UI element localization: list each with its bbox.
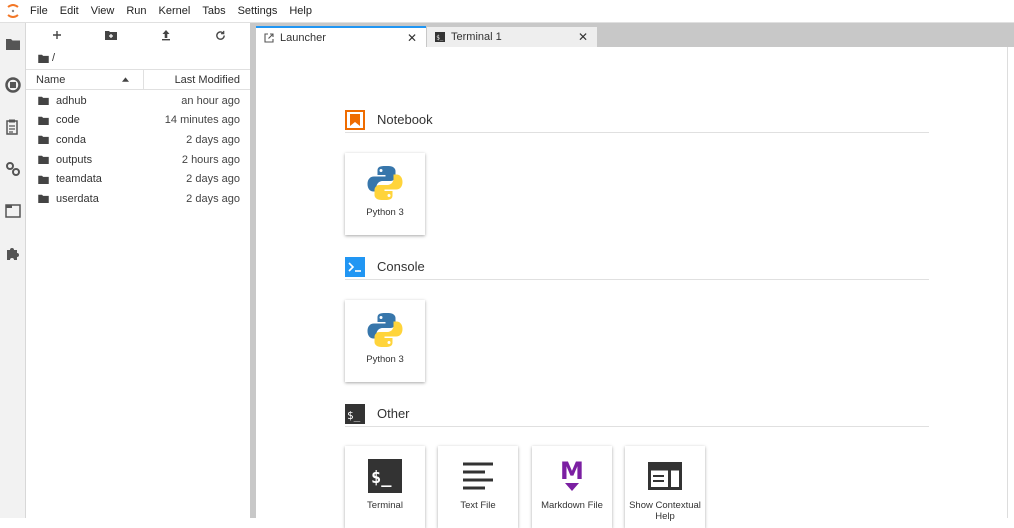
file-name: conda (56, 133, 86, 146)
tab-terminal-1[interactable]: $_ Terminal 1 ✕ (427, 27, 597, 47)
file-modified: 2 days ago (186, 173, 240, 186)
card-label: Terminal (367, 500, 403, 511)
file-name: adhub (56, 94, 87, 107)
file-modified: 2 days ago (186, 192, 240, 205)
card-markdown-file[interactable]: M Markdown File (532, 446, 612, 528)
notebook-icon (345, 109, 365, 130)
menu-kernel[interactable]: Kernel (153, 0, 197, 23)
menu-run[interactable]: Run (120, 0, 152, 23)
folder-icon (38, 136, 49, 145)
menu-view[interactable]: View (85, 0, 121, 23)
tab-label: Terminal 1 (451, 31, 502, 43)
file-modified: 2 days ago (186, 133, 240, 146)
file-name: outputs (56, 153, 93, 166)
file-modified: 2 hours ago (181, 153, 240, 166)
folder-icon (38, 175, 49, 184)
tab-launcher[interactable]: Launcher ✕ (256, 26, 426, 47)
console-icon (345, 256, 365, 277)
svg-text:M: M (560, 457, 584, 485)
launcher-icon (264, 32, 274, 43)
close-icon[interactable]: ✕ (575, 30, 591, 44)
menubar: File Edit View Run Kernel Tabs Settings … (0, 0, 1014, 23)
file-browser: / Name Last Modified adhub an hour ago c… (26, 23, 250, 518)
property-inspector-icon[interactable] (4, 160, 22, 178)
file-row-conda[interactable]: conda 2 days ago (26, 130, 250, 150)
commands-icon[interactable] (4, 118, 22, 136)
folder-icon (38, 54, 49, 63)
jupyter-logo[interactable] (2, 0, 24, 23)
section-other: $_ Other (345, 401, 929, 427)
file-row-teamdata[interactable]: teamdata 2 days ago (26, 169, 250, 189)
other-icon: $_ (345, 403, 365, 424)
refresh-icon[interactable] (213, 28, 227, 42)
card-notebook-python3[interactable]: Python 3 (345, 153, 425, 235)
file-list-header: Name Last Modified (26, 69, 250, 90)
card-label: Text File (460, 500, 496, 511)
card-label: Show Contextual Help (629, 500, 701, 522)
file-row-adhub[interactable]: adhub an hour ago (26, 91, 250, 111)
markdown-icon: M (532, 456, 612, 496)
text-file-icon (438, 456, 518, 496)
left-sidebar (0, 23, 26, 518)
card-label: Markdown File (541, 500, 603, 511)
file-browser-toolbar (26, 23, 250, 47)
file-row-code[interactable]: code 14 minutes ago (26, 111, 250, 131)
sort-ascending-icon (122, 77, 129, 82)
menu-edit[interactable]: Edit (54, 0, 85, 23)
tabs-icon[interactable] (4, 202, 22, 220)
folder-icon (38, 97, 49, 106)
folder-icon (38, 155, 49, 165)
svg-text:$_: $_ (347, 409, 361, 422)
section-console: Console (345, 254, 929, 280)
launcher: Notebook Python 3 Console Python 3 $_ Ot… (256, 47, 1008, 528)
breadcrumb-path: / (52, 52, 56, 64)
file-modified: 14 minutes ago (164, 114, 240, 127)
menu-file[interactable]: File (24, 0, 54, 23)
menu-help[interactable]: Help (283, 0, 318, 23)
new-launcher-icon[interactable] (50, 28, 64, 42)
extension-icon[interactable] (4, 244, 22, 262)
file-name: teamdata (56, 173, 102, 186)
card-text-file[interactable]: Text File (438, 446, 518, 528)
file-modified: an hour ago (181, 94, 240, 107)
card-label: Python 3 (366, 207, 404, 218)
svg-text:$_: $_ (436, 35, 444, 42)
file-name: userdata (56, 192, 99, 205)
terminal-icon: $_ (345, 456, 425, 496)
svg-text:$_: $_ (371, 468, 392, 488)
section-notebook: Notebook (345, 107, 929, 133)
file-row-userdata[interactable]: userdata 2 days ago (26, 189, 250, 209)
terminal-icon: $_ (435, 32, 445, 42)
contextual-help-icon (625, 456, 705, 496)
upload-icon[interactable] (159, 28, 173, 42)
python-icon (345, 310, 425, 350)
running-icon[interactable] (4, 76, 22, 94)
card-console-python3[interactable]: Python 3 (345, 300, 425, 382)
menu-tabs[interactable]: Tabs (196, 0, 231, 23)
folder-icon (38, 116, 49, 125)
file-row-outputs[interactable]: outputs 2 hours ago (26, 150, 250, 170)
column-name[interactable]: Name (26, 70, 144, 89)
tab-label: Launcher (280, 31, 326, 44)
section-title: Notebook (377, 112, 433, 127)
section-title: Other (377, 406, 410, 421)
section-title: Console (377, 259, 425, 274)
close-icon[interactable]: ✕ (404, 31, 420, 45)
main-area: Launcher ✕ $_ Terminal 1 ✕ Notebook Pyth… (256, 23, 1014, 528)
card-label: Python 3 (366, 354, 404, 365)
python-icon (345, 163, 425, 203)
new-folder-icon[interactable] (104, 28, 118, 42)
column-last-modified[interactable]: Last Modified (144, 70, 250, 89)
file-list: adhub an hour ago code 14 minutes ago co… (26, 90, 250, 209)
tab-bar: Launcher ✕ $_ Terminal 1 ✕ (256, 23, 1014, 47)
breadcrumb[interactable]: / (26, 47, 250, 69)
menu-settings[interactable]: Settings (232, 0, 284, 23)
folder-icon (38, 195, 49, 204)
file-name: code (56, 114, 80, 127)
card-terminal[interactable]: $_ Terminal (345, 446, 425, 528)
card-contextual-help[interactable]: Show Contextual Help (625, 446, 705, 528)
folder-icon[interactable] (4, 35, 22, 53)
